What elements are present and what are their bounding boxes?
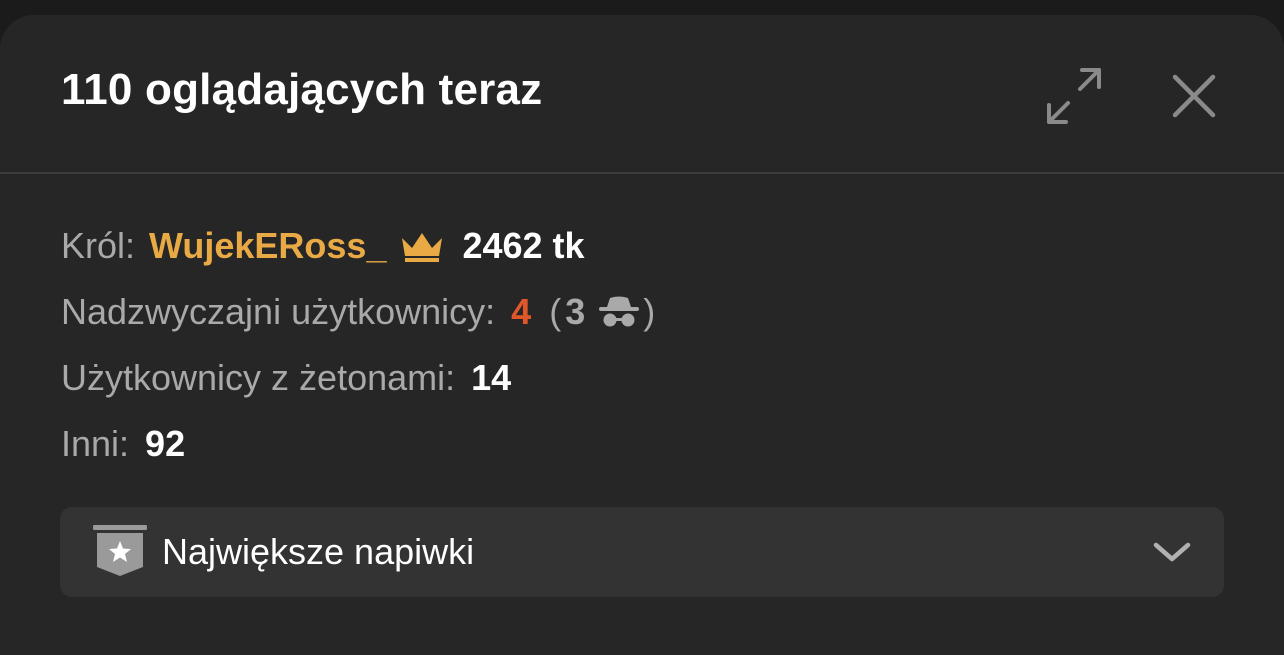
king-label: Król: — [61, 225, 136, 266]
close-button[interactable] — [1168, 70, 1220, 122]
extraordinary-row: Nadzwyczajni użytkownicy: 4 ( 3 ) — [61, 279, 655, 345]
expand-button[interactable] — [1042, 65, 1106, 127]
others-count: 92 — [145, 423, 186, 464]
crown-icon — [398, 229, 446, 263]
token-users-row: Użytkownicy z żetonami: 14 — [61, 345, 655, 411]
others-row: Inni: 92 — [61, 411, 655, 477]
expand-arrows-icon — [1047, 68, 1101, 124]
spy-incognito-icon — [597, 295, 641, 329]
token-users-label: Użytkownicy z żetonami: — [61, 357, 456, 398]
king-username-link[interactable]: WujekERoss_ — [149, 225, 386, 267]
star-badge-icon — [92, 523, 148, 584]
token-users-count: 14 — [471, 357, 512, 398]
close-x-icon — [1172, 74, 1216, 118]
king-row: Król: WujekERoss_ 2462 tk — [61, 213, 655, 279]
extraordinary-count: 4 — [511, 291, 532, 332]
anonymous-close-paren: ) — [643, 291, 656, 332]
chevron-down-icon — [1152, 535, 1192, 574]
viewers-panel: 110 oglądających teraz Król: WujekERoss_… — [0, 15, 1284, 655]
others-label: Inni: — [61, 423, 130, 464]
anonymous-open-paren: ( — [549, 291, 562, 332]
top-tips-dropdown[interactable]: Największe napiwki — [60, 507, 1224, 597]
king-tokens: 2462 tk — [462, 225, 585, 266]
viewer-stats: Król: WujekERoss_ 2462 tk Nadzwyczajni u… — [61, 213, 655, 477]
panel-header: 110 oglądających teraz — [0, 15, 1284, 174]
top-tips-label: Największe napiwki — [162, 531, 475, 572]
anonymous-count: 3 — [565, 291, 586, 332]
extraordinary-label: Nadzwyczajni użytkownicy: — [61, 291, 496, 332]
page-title: 110 oglądających teraz — [61, 65, 543, 114]
